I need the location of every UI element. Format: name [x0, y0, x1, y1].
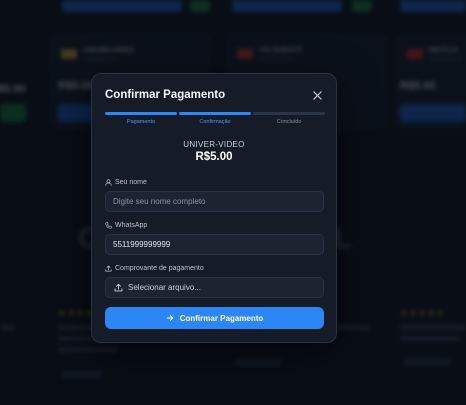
- upload-icon: [114, 283, 123, 292]
- name-label-text: Seu nome: [115, 179, 147, 186]
- modal-title: Confirmar Pagamento: [105, 89, 226, 101]
- whatsapp-input[interactable]: [105, 234, 324, 255]
- step-bar: [105, 112, 177, 115]
- file-select-text: Selecionar arquivo...: [128, 283, 201, 292]
- phone-icon: [105, 222, 112, 229]
- arrow-right-icon: [166, 315, 173, 321]
- product-price: R$5.00: [195, 151, 233, 163]
- progress-steps: Pagamento Confirmação Concluído: [105, 112, 325, 125]
- close-icon: [312, 90, 322, 100]
- close-button[interactable]: [309, 87, 325, 103]
- step-payment: Pagamento: [105, 112, 177, 125]
- step-confirmation: Confirmação: [179, 112, 251, 125]
- whatsapp-field-label: WhatsApp: [105, 222, 147, 229]
- step-bar: [253, 112, 325, 115]
- confirm-payment-button[interactable]: Confirmar Pagamento: [105, 307, 324, 329]
- step-bar: [179, 112, 251, 115]
- name-field-label: Seu nome: [105, 179, 147, 186]
- name-input[interactable]: [105, 191, 324, 212]
- step-label: Pagamento: [126, 119, 156, 125]
- receipt-label-text: Comprovante de pagamento: [115, 265, 204, 272]
- step-label: Concluído: [276, 119, 302, 125]
- step-label: Confirmação: [199, 119, 231, 125]
- upload-icon: [105, 265, 112, 272]
- whatsapp-label-text: WhatsApp: [115, 222, 148, 229]
- product-name: UNIVER-VIDEO: [183, 140, 245, 149]
- step-completed: Concluído: [253, 112, 325, 125]
- file-select-button[interactable]: Selecionar arquivo...: [105, 277, 324, 298]
- confirm-payment-modal: Confirmar Pagamento Pagamento Confirmaçã…: [91, 73, 337, 343]
- user-icon: [105, 179, 112, 186]
- receipt-field-label: Comprovante de pagamento: [105, 265, 204, 272]
- confirm-payment-label: Confirmar Pagamento: [179, 313, 264, 323]
